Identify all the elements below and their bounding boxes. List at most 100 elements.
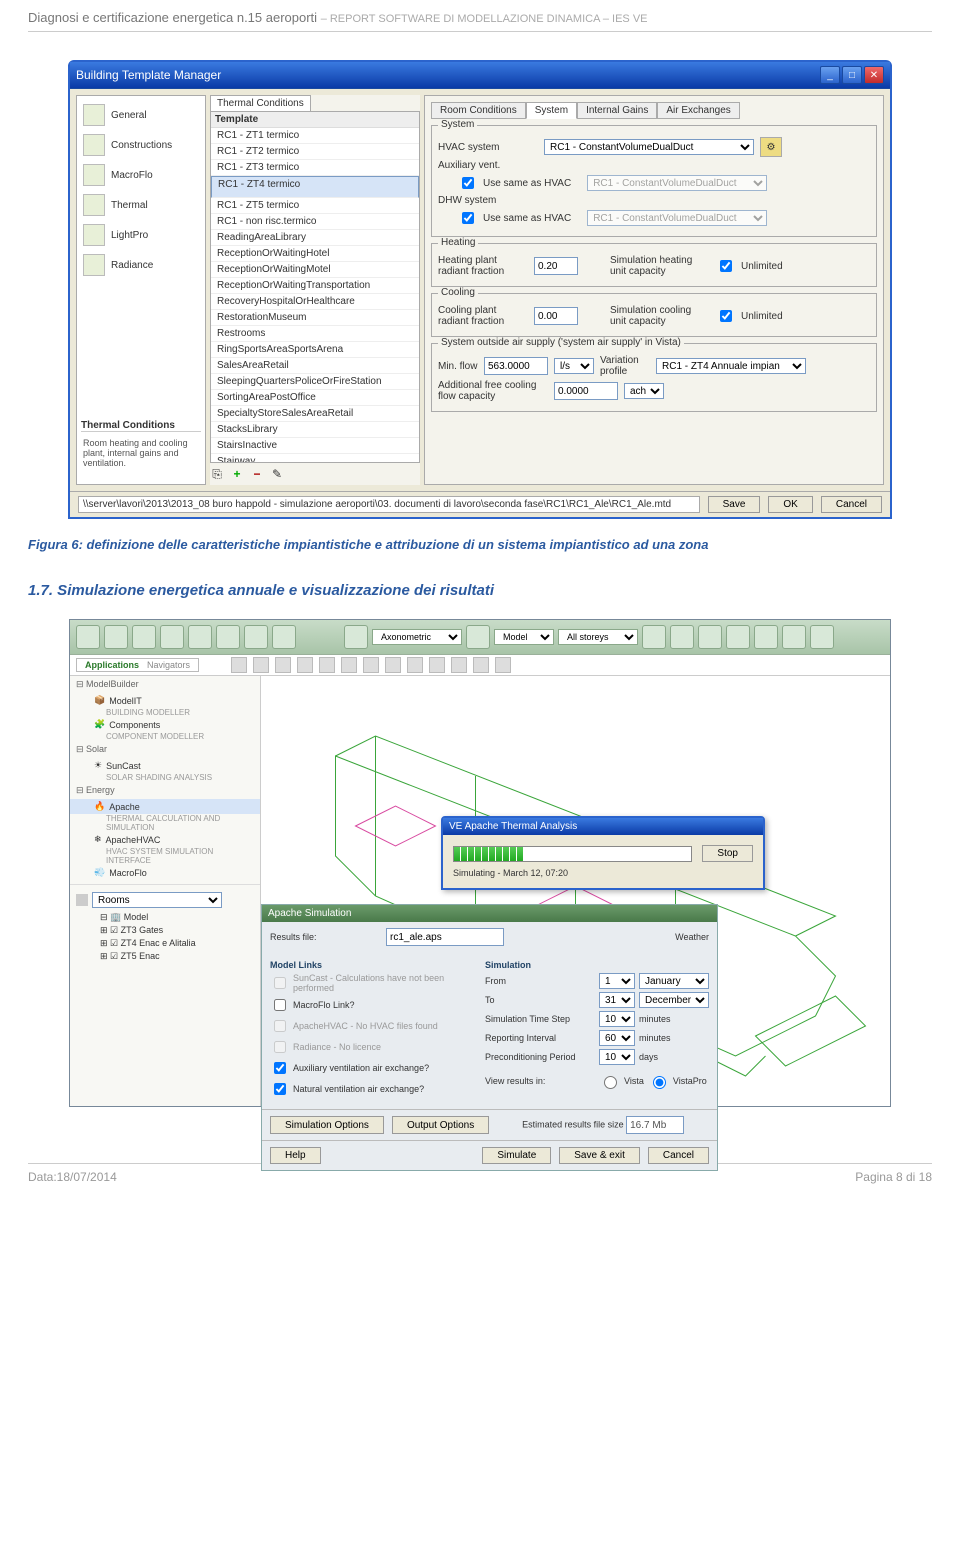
template-item[interactable]: RC1 - ZT1 termico (211, 128, 419, 144)
output-options-button[interactable]: Output Options (392, 1116, 489, 1134)
strip-icon[interactable] (407, 657, 423, 673)
hvac-select[interactable]: RC1 - ConstantVolumeDualDuct (544, 139, 754, 155)
template-item[interactable]: SalesAreaRetail (211, 358, 419, 374)
left-item-macroflo[interactable]: MacroFlo (81, 160, 201, 190)
tool-icon[interactable] (810, 625, 834, 649)
strip-icon[interactable] (253, 657, 269, 673)
from-month-select[interactable]: January (639, 973, 709, 989)
help-button[interactable]: Help (270, 1147, 321, 1164)
ok-button[interactable]: OK (768, 496, 812, 513)
template-item[interactable]: RC1 - non risc.termico (211, 214, 419, 230)
template-item[interactable]: ReceptionOrWaitingHotel (211, 246, 419, 262)
left-item-constructions[interactable]: Constructions (81, 130, 201, 160)
sim-heat-unlimited-checkbox[interactable] (720, 260, 732, 272)
tab-air-exchanges[interactable]: Air Exchanges (657, 102, 739, 119)
to-day-select[interactable]: 31 (599, 992, 635, 1008)
left-item-thermal[interactable]: Thermal (81, 190, 201, 220)
tool-icon[interactable] (104, 625, 128, 649)
sim-cancel-button[interactable]: Cancel (648, 1147, 709, 1164)
left-item-radiance[interactable]: Radiance (81, 250, 201, 280)
cancel-button[interactable]: Cancel (821, 496, 882, 513)
strip-icon[interactable] (495, 657, 511, 673)
tool-icon[interactable] (132, 625, 156, 649)
strip-icon[interactable] (231, 657, 247, 673)
vista-radio[interactable] (604, 1076, 617, 1089)
tool-icon[interactable] (466, 625, 490, 649)
template-item[interactable]: RC1 - ZT4 termico (211, 176, 419, 198)
strip-icon[interactable] (275, 657, 291, 673)
tool-icon[interactable] (726, 625, 750, 649)
rooms-select[interactable]: Rooms (92, 892, 222, 908)
strip-icon[interactable] (473, 657, 489, 673)
natvent-checkbox[interactable] (274, 1083, 286, 1095)
tool-icon[interactable] (244, 625, 268, 649)
3d-viewport[interactable]: VE Apache Thermal Analysis Stop Simulati… (261, 676, 890, 1106)
strip-icon[interactable] (385, 657, 401, 673)
template-item[interactable]: StacksLibrary (211, 422, 419, 438)
sim-options-button[interactable]: Simulation Options (270, 1116, 384, 1134)
var-prof-select[interactable]: RC1 - ZT4 Annuale impian (656, 358, 806, 374)
timestep-select[interactable]: 10 (599, 1011, 635, 1027)
heating-plant-value[interactable] (534, 257, 578, 275)
tool-icon[interactable] (160, 625, 184, 649)
strip-icon[interactable] (341, 657, 357, 673)
view-icon[interactable] (344, 625, 368, 649)
dhw-same-checkbox[interactable] (462, 212, 474, 224)
minimize-icon[interactable]: _ (820, 66, 840, 84)
tab-system[interactable]: System (526, 102, 577, 119)
tree-item[interactable]: ⊞ ☑ ZT3 Gates (70, 924, 260, 937)
add-icon[interactable]: + (230, 467, 244, 481)
template-item[interactable]: ReceptionOrWaitingMotel (211, 262, 419, 278)
save-exit-button[interactable]: Save & exit (559, 1147, 640, 1164)
tree-model[interactable]: Model (124, 912, 149, 922)
tree-item[interactable]: ⊞ ☑ ZT4 Enac e Alitalia (70, 937, 260, 950)
strip-icon[interactable] (297, 657, 313, 673)
template-item[interactable]: RC1 - ZT5 termico (211, 198, 419, 214)
left-item-lightpro[interactable]: LightPro (81, 220, 201, 250)
tab-internal-gains[interactable]: Internal Gains (577, 102, 657, 119)
nav-macroflo[interactable]: 💨MacroFlo (70, 865, 260, 880)
nav-apache[interactable]: 🔥Apache (70, 799, 260, 814)
strip-icon[interactable] (451, 657, 467, 673)
results-file-input[interactable] (386, 928, 504, 946)
maximize-icon[interactable]: □ (842, 66, 862, 84)
aux-same-checkbox[interactable] (462, 177, 474, 189)
template-item[interactable]: RestorationMuseum (211, 310, 419, 326)
save-button[interactable]: Save (708, 496, 761, 513)
left-item-general[interactable]: General (81, 100, 201, 130)
add-free-unit[interactable]: ach (624, 383, 664, 399)
strip-icon[interactable] (319, 657, 335, 673)
tool-icon[interactable] (670, 625, 694, 649)
template-item[interactable]: StairsInactive (211, 438, 419, 454)
edit-icon[interactable]: ✎ (270, 467, 284, 481)
template-item[interactable]: Restrooms (211, 326, 419, 342)
strip-icon[interactable] (429, 657, 445, 673)
min-flow-unit[interactable]: l/s (554, 358, 594, 374)
tool-icon[interactable] (782, 625, 806, 649)
tab-thermal-conditions[interactable]: Thermal Conditions (210, 95, 311, 111)
applications-tab[interactable]: Applications (85, 660, 139, 670)
add-free-value[interactable] (554, 382, 618, 400)
macroflo-checkbox[interactable] (274, 999, 286, 1011)
from-day-select[interactable]: 1 (599, 973, 635, 989)
template-item[interactable]: RC1 - ZT3 termico (211, 160, 419, 176)
close-icon[interactable]: ✕ (864, 66, 884, 84)
tab-room-conditions[interactable]: Room Conditions (431, 102, 526, 119)
report-interval-select[interactable]: 60 (599, 1030, 635, 1046)
cooling-plant-value[interactable] (534, 307, 578, 325)
model-select[interactable]: Model (494, 629, 554, 645)
stop-button[interactable]: Stop (702, 845, 753, 862)
tool-icon[interactable] (754, 625, 778, 649)
tree-item[interactable]: ⊞ ☑ ZT5 Enac (70, 950, 260, 963)
remove-icon[interactable]: − (250, 467, 264, 481)
to-month-select[interactable]: December (639, 992, 709, 1008)
storeys-select[interactable]: All storeys (558, 629, 638, 645)
tool-icon[interactable] (272, 625, 296, 649)
template-item[interactable]: SpecialtyStoreSalesAreaRetail (211, 406, 419, 422)
view-mode-select[interactable]: Axonometric (372, 629, 462, 645)
nav-suncast[interactable]: ☀SunCast (70, 758, 260, 773)
tool-icon[interactable] (216, 625, 240, 649)
template-item[interactable]: Stairway (211, 454, 419, 463)
tool-icon[interactable] (698, 625, 722, 649)
template-list[interactable]: Template RC1 - ZT1 termicoRC1 - ZT2 term… (210, 111, 420, 463)
